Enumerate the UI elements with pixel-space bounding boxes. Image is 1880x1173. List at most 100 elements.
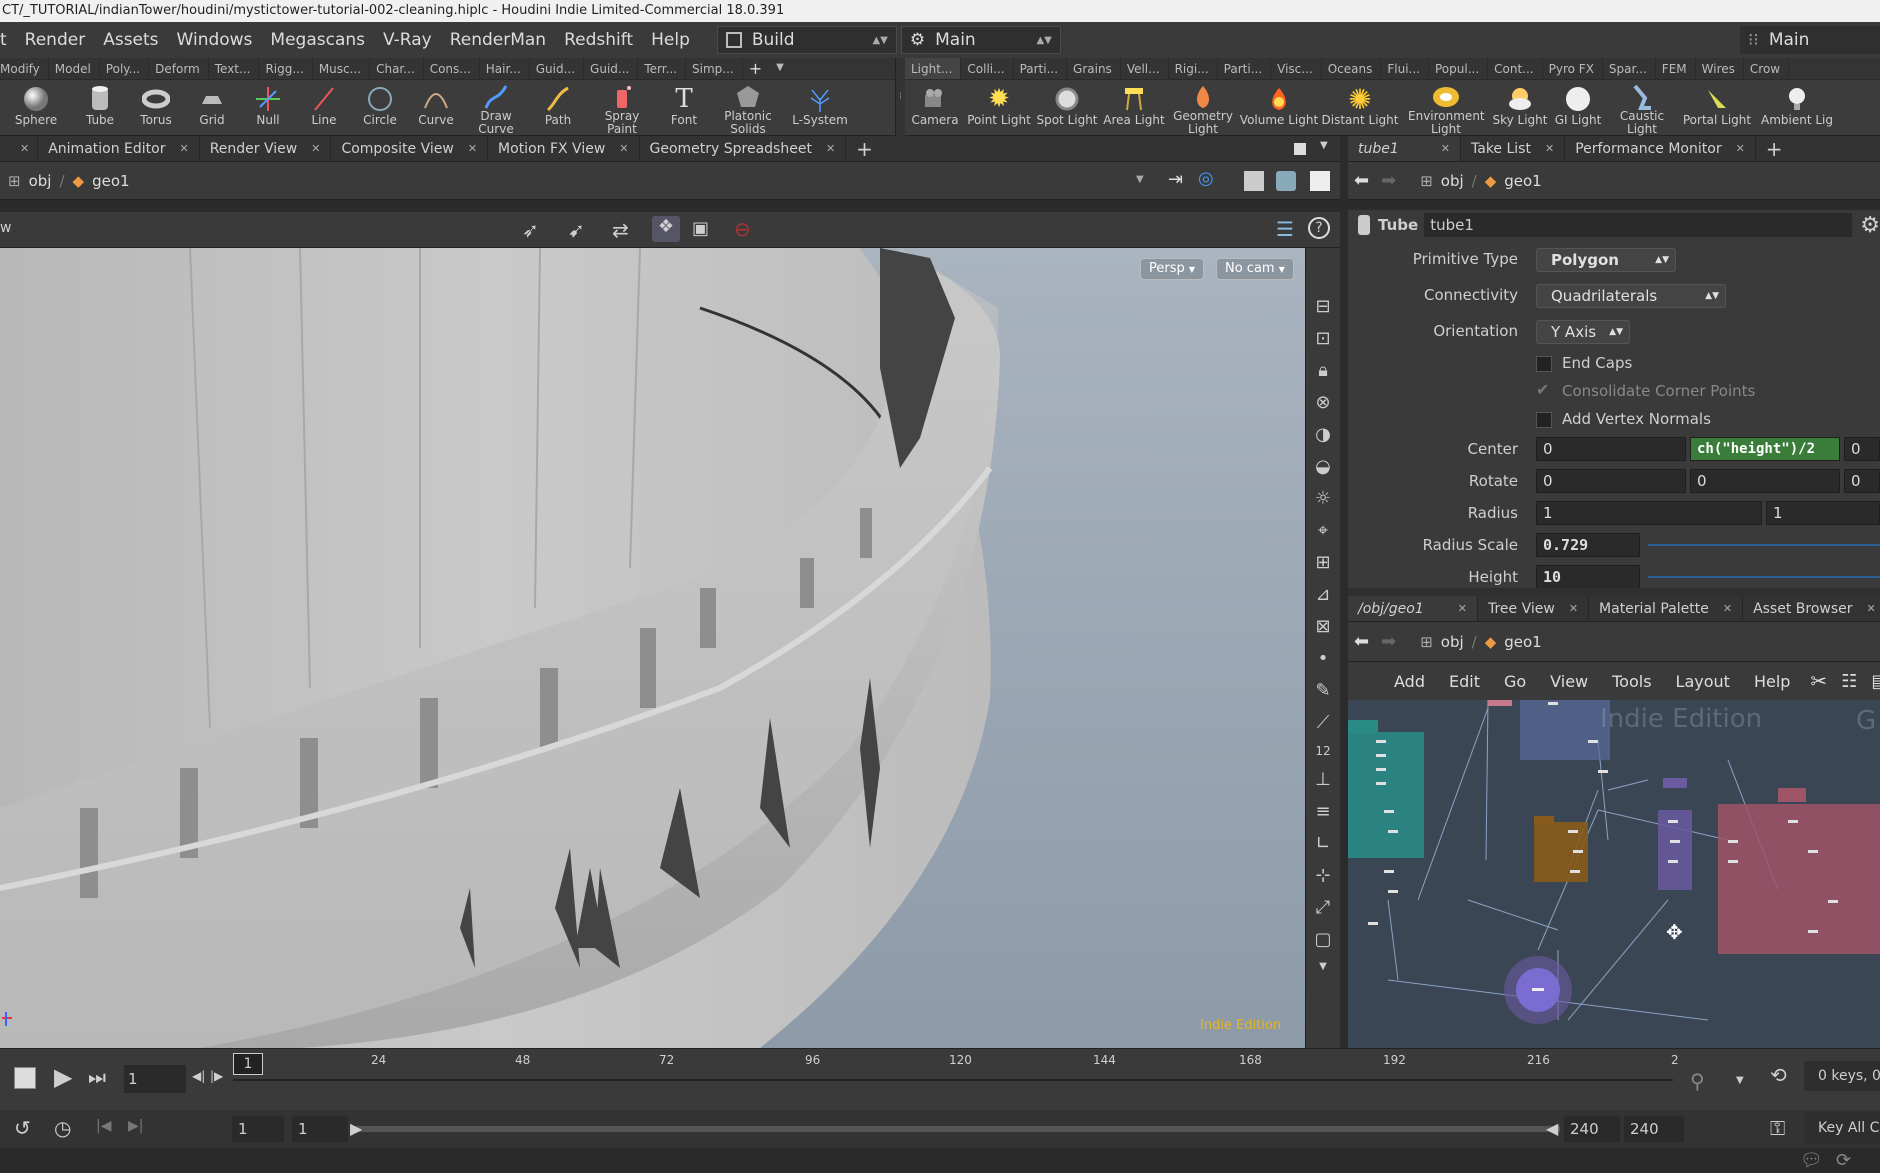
- node-name-field[interactable]: tube1: [1424, 213, 1853, 237]
- height-field[interactable]: 10: [1536, 565, 1640, 589]
- radius-scale-slider[interactable]: [1648, 544, 1880, 546]
- shading-icon[interactable]: ◑: [1315, 424, 1331, 445]
- pane-tab-animation-editor[interactable]: Animation Editor ✕: [38, 136, 200, 161]
- add-pane-tab-button[interactable]: +: [846, 136, 883, 161]
- tool-ambient-light[interactable]: Ambient Lig: [1757, 80, 1837, 136]
- shelf-tab-deform[interactable]: Deform: [149, 58, 209, 79]
- template-icon[interactable]: ⊡: [1315, 328, 1330, 349]
- ghost-icon[interactable]: ⊟: [1315, 296, 1330, 317]
- close-icon[interactable]: ✕: [1569, 596, 1578, 621]
- close-icon[interactable]: ✕: [1723, 596, 1732, 621]
- frame-icon[interactable]: ▢: [1314, 929, 1331, 950]
- handle-tool-icon[interactable]: ⇄: [612, 218, 629, 242]
- close-icon[interactable]: ✕: [1441, 136, 1450, 161]
- range-start-icon[interactable]: |◀: [96, 1118, 111, 1134]
- tool-gi-light[interactable]: GI Light: [1549, 80, 1607, 136]
- checkmark-icon[interactable]: ✔: [1536, 380, 1549, 399]
- breadcrumb-geo1[interactable]: ◆ geo1: [1477, 172, 1550, 190]
- shelf-tab-cont[interactable]: Cont...: [1488, 58, 1543, 79]
- center-z-field[interactable]: 0: [1844, 437, 1880, 461]
- close-icon[interactable]: ✕: [311, 136, 320, 161]
- transform-tool-icon[interactable]: ➹: [568, 218, 585, 242]
- shelf-tab-char[interactable]: Char...: [370, 58, 424, 79]
- shelf-tab-hair[interactable]: Hair...: [480, 58, 530, 79]
- shelf-tab-wires[interactable]: Wires: [1696, 58, 1744, 79]
- vector-icon[interactable]: ⤢: [1316, 897, 1330, 918]
- number-icon[interactable]: 12: [1315, 744, 1330, 758]
- more-icon[interactable]: ▼: [1319, 961, 1327, 972]
- forward-arrow-icon[interactable]: ➡: [1381, 170, 1396, 191]
- pin-icon[interactable]: ⇥: [1168, 169, 1183, 190]
- list-icon[interactable]: ▤: [1871, 671, 1880, 692]
- menu-item-t[interactable]: t: [0, 30, 16, 50]
- shelf-tab-rigi[interactable]: Rigi...: [1169, 58, 1218, 79]
- realtime-icon[interactable]: ◷: [54, 1116, 71, 1140]
- menu-item-render[interactable]: Render: [16, 30, 95, 50]
- tool-geometry-light[interactable]: Geometry Light: [1167, 80, 1239, 136]
- breadcrumb-geo1[interactable]: ◆ geo1: [1477, 633, 1550, 651]
- shelf-tab-oceans[interactable]: Oceans: [1322, 58, 1382, 79]
- close-icon[interactable]: ✕: [826, 136, 835, 161]
- radius-b-field[interactable]: 1: [1766, 501, 1880, 525]
- shelf-tab-grains[interactable]: Grains: [1067, 58, 1121, 79]
- play-button[interactable]: ▶: [54, 1063, 72, 1091]
- snap-tool-icon[interactable]: ❖: [652, 216, 680, 242]
- range-right-handle[interactable]: ◀: [1546, 1119, 1558, 1138]
- network-editor[interactable]: Indie Edition G ✥: [1348, 700, 1880, 1048]
- light-icon[interactable]: ◒: [1315, 456, 1331, 477]
- breadcrumb-obj[interactable]: ⊞ obj: [1412, 633, 1471, 651]
- snapshot-view-icon[interactable]: [1310, 171, 1330, 191]
- shelf-tab-visc[interactable]: Visc...: [1271, 58, 1322, 79]
- range-left-handle[interactable]: ▶: [350, 1119, 362, 1138]
- net-menu-help[interactable]: Help: [1754, 672, 1790, 691]
- display-options-icon[interactable]: ☰: [1276, 217, 1294, 241]
- shelf-tab-parti-1[interactable]: Parti...: [1014, 58, 1068, 79]
- key-all-channels-button[interactable]: Key All Ch: [1804, 1112, 1880, 1144]
- shelf-tab-cons[interactable]: Cons...: [424, 58, 480, 79]
- radius-a-field[interactable]: 1: [1536, 501, 1762, 525]
- shelf-tab-lights[interactable]: Light...: [905, 58, 962, 79]
- desktop-main-selector[interactable]: ⚙ Main ▲▼: [900, 26, 1061, 54]
- shelf-tab-colli[interactable]: Colli...: [961, 58, 1014, 79]
- radius-scale-field[interactable]: 0.729: [1536, 533, 1640, 557]
- pane-tab-render-view[interactable]: Render View ✕: [200, 136, 332, 161]
- headlight-icon[interactable]: ☼: [1315, 488, 1331, 509]
- menu-item-redshift[interactable]: Redshift: [555, 30, 642, 50]
- cube-view-icon[interactable]: [1244, 171, 1264, 191]
- 3d-viewport[interactable]: Persp ▼ No cam ▼ Indie Edition: [0, 248, 1305, 1048]
- menu-item-renderman[interactable]: RenderMan: [441, 30, 555, 50]
- pane-menu-arrow-icon[interactable]: ▼: [1320, 140, 1328, 151]
- tool-camera[interactable]: Camera: [905, 80, 965, 136]
- height-slider[interactable]: [1648, 576, 1880, 578]
- range-end2-field[interactable]: 240: [1624, 1116, 1684, 1142]
- shelf-tab-fem[interactable]: FEM: [1656, 58, 1696, 79]
- net-menu-go[interactable]: Go: [1504, 672, 1526, 691]
- tool-l-system[interactable]: L-System: [784, 80, 856, 136]
- path-dropdown-icon[interactable]: ▼: [1136, 174, 1144, 185]
- shelf-tab-parti-2[interactable]: Parti...: [1218, 58, 1272, 79]
- shelf-tab-simp[interactable]: Simp...: [686, 58, 743, 79]
- step-back-icon[interactable]: ◀|: [192, 1069, 205, 1083]
- stack-icon[interactable]: ≡: [1315, 801, 1330, 822]
- shelf-tab-modify[interactable]: Modify: [0, 58, 49, 79]
- shelf-divider-handle[interactable]: ⁞: [895, 58, 905, 136]
- net-menu-tools[interactable]: Tools: [1612, 672, 1651, 691]
- angle-icon[interactable]: ∟: [1315, 833, 1330, 854]
- shaded-view-icon[interactable]: [1276, 171, 1296, 191]
- pane-tab-material-palette[interactable]: Material Palette ✕: [1589, 596, 1744, 621]
- step-forward-icon[interactable]: |▶: [210, 1069, 223, 1083]
- close-icon[interactable]: ✕: [619, 136, 628, 161]
- primitive-type-dropdown[interactable]: Polygon ▲▼: [1536, 248, 1676, 272]
- rotate-z-field[interactable]: 0: [1844, 469, 1880, 493]
- gear-icon[interactable]: ⚙: [1860, 213, 1880, 238]
- xray-icon[interactable]: ⊗: [1315, 392, 1330, 413]
- grid-side-icon[interactable]: ⊞: [1315, 552, 1330, 573]
- stop-button[interactable]: [14, 1067, 36, 1089]
- shelf-menu-arrow-icon[interactable]: ▼: [770, 58, 792, 79]
- tool-tube[interactable]: Tube: [72, 80, 128, 136]
- add-pane-tab-button[interactable]: +: [1756, 136, 1793, 161]
- tool-draw-curve[interactable]: Draw Curve: [464, 80, 528, 136]
- center-x-field[interactable]: 0: [1536, 437, 1686, 461]
- shelf-tab-model[interactable]: Model: [49, 58, 100, 79]
- tool-spray-paint[interactable]: Spray Paint: [588, 80, 656, 136]
